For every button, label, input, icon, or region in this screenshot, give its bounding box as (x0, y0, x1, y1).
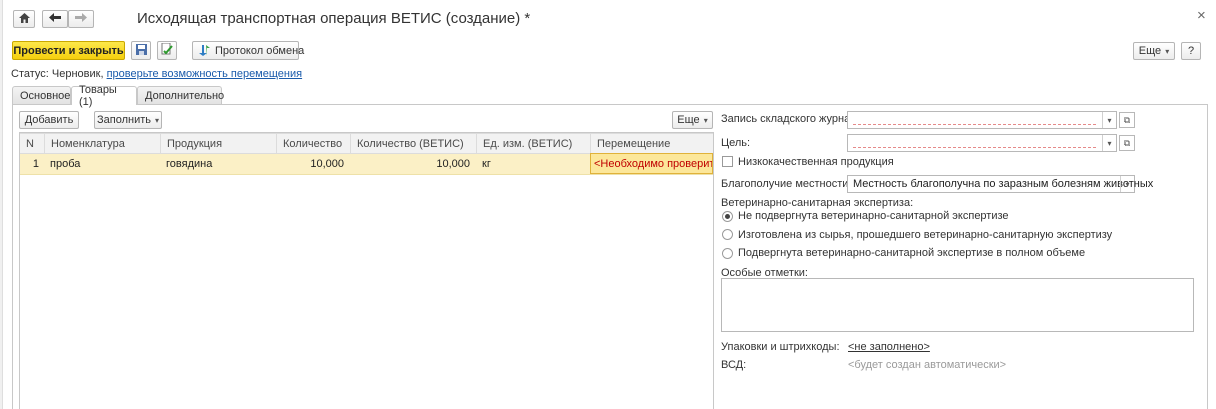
cell-unit-vetis: кг (482, 158, 491, 170)
tab-goods-label: Товары (1) (79, 84, 117, 108)
packages-label: Упаковки и штрихкоды: (721, 341, 840, 353)
cell-quantity-vetis: 10,000 (436, 158, 470, 170)
status-prefix: Статус: Черновик, (11, 68, 104, 80)
cell-n: 1 (32, 158, 39, 170)
chevron-down-icon[interactable]: ▾ (1102, 112, 1116, 128)
packages-link[interactable]: <не заполнено> (848, 341, 930, 353)
open-form-icon: ⧉ (1123, 114, 1131, 125)
journal-open-button[interactable]: ⧉ (1119, 112, 1135, 128)
vet-option-radio-2[interactable] (722, 248, 733, 259)
vet-option-label-1[interactable]: Изготовлена из сырья, прошедшего ветерин… (738, 229, 1112, 241)
chevron-down-icon: ▾ (703, 115, 708, 125)
cell-movement[interactable]: <Необходимо проверить> (590, 153, 713, 174)
journal-field[interactable]: ▾ (847, 111, 1117, 129)
status-line: Статус: Черновик, проверьте возможность … (11, 68, 302, 80)
check-move-link[interactable]: проверьте возможность перемещения (107, 68, 303, 80)
exchange-protocol-icon (199, 45, 210, 56)
more-actions-button[interactable]: Еще ▾ (1133, 42, 1175, 60)
floppy-disk-icon (135, 43, 147, 58)
notes-textarea[interactable] (721, 278, 1194, 332)
back-button[interactable] (42, 10, 68, 28)
fill-button[interactable]: Заполнить ▾ (94, 111, 162, 129)
post-and-close-button[interactable]: Провести и закрыть (12, 41, 125, 60)
help-button[interactable]: ? (1181, 42, 1201, 60)
tab-goods[interactable]: Товары (1) (71, 84, 137, 108)
fill-label: Заполнить (96, 114, 151, 126)
tab-main-label: Основное (20, 89, 71, 102)
open-form-icon: ⧉ (1123, 137, 1131, 148)
col-header-quantity-vetis[interactable]: Количество (ВЕТИС) (350, 134, 476, 154)
cell-quantity: 10,000 (310, 158, 344, 170)
locality-select[interactable]: Местность благополучна по заразным болез… (847, 175, 1153, 193)
vet-option-label-2[interactable]: Подвергнута ветеринарно-санитарной экспе… (738, 247, 1085, 259)
arrow-left-icon (49, 13, 61, 25)
vsd-value: <будет создан автоматически> (848, 359, 1007, 371)
vet-option-radio-1[interactable] (722, 229, 733, 240)
window-title: Исходящая транспортная операция ВЕТИС (с… (137, 10, 531, 27)
purpose-open-button[interactable]: ⧉ (1119, 135, 1135, 151)
tab-main[interactable]: Основное (12, 86, 71, 104)
purpose-label: Цель: (721, 137, 751, 149)
chevron-down-icon: ▾ (1165, 46, 1170, 56)
cell-product: говядина (166, 158, 213, 170)
more-actions-label: Еще (1138, 45, 1162, 57)
add-button[interactable]: Добавить (19, 111, 79, 129)
col-header-product[interactable]: Продукция (160, 134, 276, 154)
col-header-n[interactable]: N (20, 134, 44, 154)
vsd-label: ВСД: (721, 359, 747, 371)
low-quality-label[interactable]: Низкокачественная продукция (738, 156, 894, 168)
home-icon (18, 12, 30, 26)
grid-more-label: Еще (677, 114, 700, 126)
tab-additional[interactable]: Дополнительно (137, 86, 225, 104)
col-header-quantity[interactable]: Количество (276, 134, 350, 154)
table-row[interactable]: 1 проба говядина 10,000 10,000 кг <Необх… (20, 153, 713, 175)
chevron-down-icon[interactable]: ▾ (1120, 176, 1134, 192)
locality-value: Местность благополучна по заразным болез… (853, 178, 1154, 190)
exchange-protocol-label: Протокол обмена (215, 44, 305, 57)
vet-option-label-0[interactable]: Не подвергнута ветеринарно-санитарной эк… (738, 210, 1009, 222)
vet-exam-title: Ветеринарно-санитарная экспертиза: (721, 197, 914, 209)
col-header-movement[interactable]: Перемещение (590, 134, 713, 154)
cell-nomenclature: проба (50, 158, 81, 170)
low-quality-checkbox[interactable] (722, 156, 733, 167)
vet-option-radio-0[interactable] (722, 211, 733, 222)
save-button[interactable] (131, 41, 151, 60)
document-post-icon (161, 42, 173, 58)
purpose-field[interactable]: ▾ (847, 134, 1117, 152)
tab-additional-label: Дополнительно (145, 89, 225, 102)
col-header-nomenclature[interactable]: Номенклатура (44, 134, 160, 154)
forward-button[interactable] (68, 10, 94, 28)
col-header-unit-vetis[interactable]: Ед. изм. (ВЕТИС) (476, 134, 590, 154)
post-button[interactable] (157, 41, 177, 60)
grid-more-button[interactable]: Еще ▾ (672, 111, 713, 129)
exchange-protocol-button[interactable]: Протокол обмена (192, 41, 304, 60)
journal-label: Запись складского журнала: (721, 113, 866, 125)
chevron-down-icon[interactable]: ▾ (1102, 135, 1116, 151)
required-underline (853, 147, 1096, 148)
chevron-down-icon: ▾ (155, 115, 160, 125)
home-button[interactable] (13, 10, 35, 28)
table-header: N Номенклатура Продукция Количество Коли… (20, 133, 713, 154)
locality-label: Благополучие местности: (721, 178, 852, 190)
required-underline (853, 124, 1096, 125)
window-left-border (0, 0, 3, 409)
arrow-right-icon (75, 13, 87, 25)
close-icon[interactable]: × (1197, 7, 1206, 24)
